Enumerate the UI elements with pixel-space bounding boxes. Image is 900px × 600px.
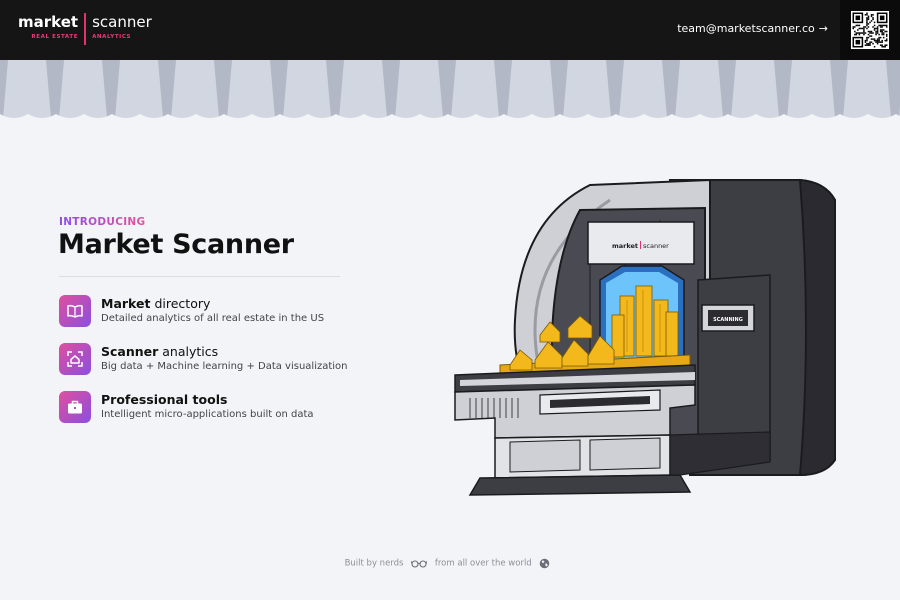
feature-item-market-directory[interactable]: Market directory Detailed analytics of a… bbox=[59, 295, 359, 343]
glasses-icon bbox=[411, 560, 428, 568]
panel-logo-right: scanner bbox=[643, 242, 669, 250]
feature-list: Market directory Detailed analytics of a… bbox=[59, 295, 359, 439]
qr-code-icon[interactable] bbox=[840, 0, 900, 60]
footer-text-after: from all over the world bbox=[434, 558, 532, 569]
awning-band bbox=[0, 60, 900, 124]
arrow-right-icon: → bbox=[818, 22, 828, 35]
feature-description: Big data + Machine learning + Data visua… bbox=[101, 361, 348, 372]
logo-subtitle-analytics: ANALYTICS bbox=[92, 34, 132, 40]
logo-left: market REAL ESTATE bbox=[18, 12, 78, 42]
footer-text-before: Built by nerds bbox=[344, 558, 404, 569]
feature-title: Market directory bbox=[101, 296, 211, 311]
feature-description: Detailed analytics of all real estate in… bbox=[101, 313, 325, 324]
scan-home-icon bbox=[59, 343, 91, 375]
feature-description: Intelligent micro-applications built on … bbox=[101, 409, 314, 420]
market-scanner-logo[interactable]: market REAL ESTATE scanner ANALYTICS bbox=[18, 12, 152, 48]
logo-word-market: market bbox=[18, 13, 79, 31]
globe-icon bbox=[540, 558, 550, 569]
logo-subtitle-real-estate: REAL ESTATE bbox=[31, 34, 79, 40]
logo-right: scanner ANALYTICS bbox=[92, 12, 152, 42]
scanner-illustration: market scanner SCANNING SCANNING bbox=[454, 178, 836, 496]
briefcase-icon bbox=[59, 391, 91, 423]
footer: Built by nerds from all over the world bbox=[0, 558, 900, 569]
feature-title: Scanner analytics bbox=[101, 344, 219, 359]
panel-logo-left: market bbox=[612, 242, 638, 250]
intro-eyebrow: INTRODUCING bbox=[59, 216, 146, 228]
logo-word-scanner: scanner bbox=[92, 13, 152, 31]
feature-item-scanner-analytics[interactable]: Scanner analytics Big data + Machine lea… bbox=[59, 343, 359, 391]
qr-code-graphic bbox=[851, 11, 889, 49]
book-icon bbox=[59, 295, 91, 327]
contact-email-text: team@marketscanner.co bbox=[677, 22, 815, 35]
logo-divider bbox=[84, 13, 87, 45]
feature-title: Professional tools bbox=[101, 392, 228, 407]
feature-item-professional-tools[interactable]: Professional tools Intelligent micro-app… bbox=[59, 391, 359, 439]
top-bar: market REAL ESTATE scanner ANALYTICS tea… bbox=[0, 0, 900, 60]
contact-email-link[interactable]: team@marketscanner.co → bbox=[677, 22, 828, 35]
scanning-status-label-face: SCANNING bbox=[713, 317, 743, 323]
page-title: Market Scanner bbox=[58, 229, 294, 260]
divider bbox=[59, 276, 340, 277]
